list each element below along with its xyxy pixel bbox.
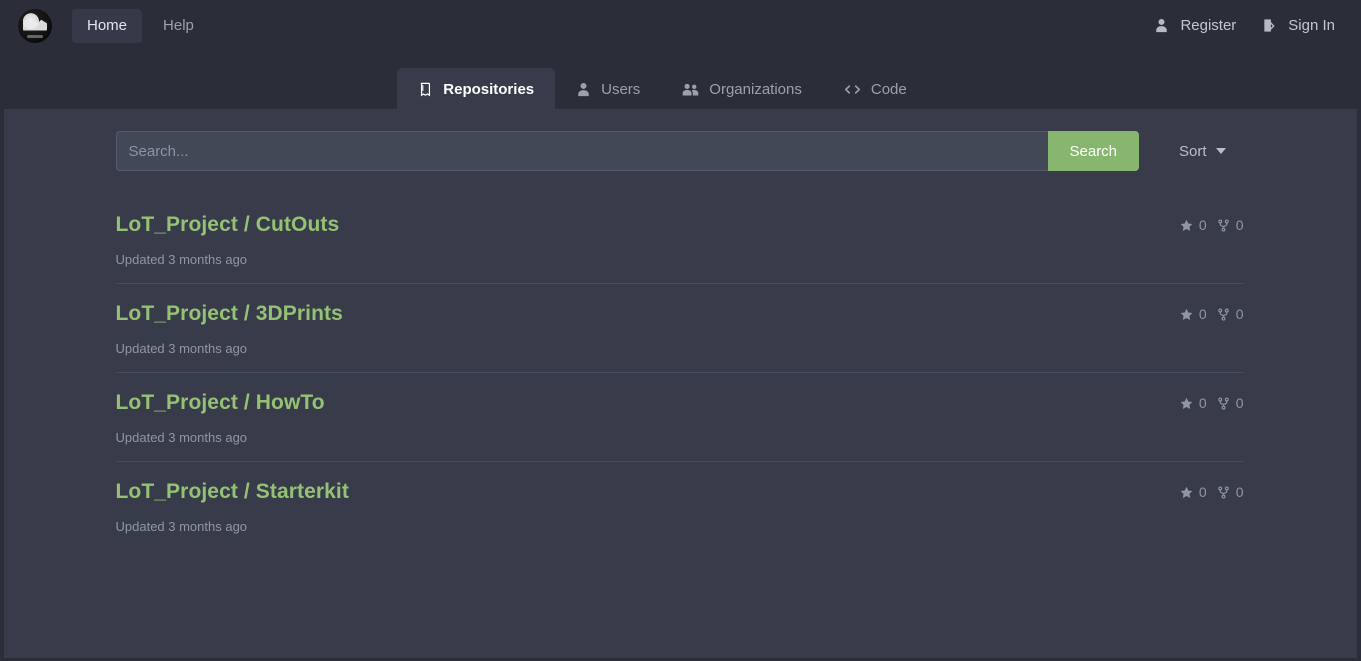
star-count: 0: [1180, 306, 1207, 322]
table-row: LoT_Project / CutOuts Updated 3 months a…: [115, 195, 1244, 284]
repository-stats: 0 0: [1180, 217, 1244, 233]
tab-organizations[interactable]: Organizations: [661, 68, 823, 110]
nav-link-help[interactable]: Help: [148, 9, 209, 43]
user-icon: [1154, 18, 1169, 33]
search-input[interactable]: [115, 131, 1048, 171]
site-logo[interactable]: [18, 8, 52, 43]
fork-count: 0: [1217, 395, 1244, 411]
fork-count-value: 0: [1235, 395, 1244, 411]
fork-count-value: 0: [1235, 306, 1244, 322]
search-button[interactable]: Search: [1047, 131, 1140, 171]
star-icon: [1180, 219, 1193, 232]
nav-link-home[interactable]: Home: [72, 8, 143, 43]
fork-icon: [1217, 485, 1230, 499]
tab-repositories[interactable]: Repositories: [397, 68, 556, 110]
repository-updated: Updated 3 months ago: [115, 252, 248, 267]
star-count: 0: [1180, 484, 1207, 500]
repository-stats: 0 0: [1180, 395, 1244, 411]
main-content: Search Sort LoT_Project / CutOuts Update…: [4, 109, 1357, 658]
fork-count: 0: [1217, 217, 1244, 233]
top-navbar: Home Help Register Sign In: [4, 0, 1357, 51]
tab-code-label: Code: [870, 80, 907, 98]
sort-label: Sort: [1179, 142, 1207, 160]
fork-icon: [1217, 218, 1230, 232]
fork-count-value: 0: [1235, 484, 1244, 500]
sign-in-icon: [1262, 18, 1277, 33]
fork-count: 0: [1217, 306, 1244, 322]
star-count-value: 0: [1198, 484, 1207, 500]
star-icon: [1180, 397, 1193, 410]
register-label: Register: [1180, 17, 1237, 34]
users-icon: [682, 82, 699, 97]
fork-icon: [1217, 307, 1230, 321]
repository-updated: Updated 3 months ago: [115, 430, 248, 445]
star-icon: [1180, 486, 1193, 499]
table-row: LoT_Project / Starterkit Updated 3 month…: [116, 462, 1244, 550]
repository-updated: Updated 3 months ago: [115, 341, 248, 356]
sign-in-button[interactable]: Sign In: [1262, 17, 1335, 34]
table-row: LoT_Project / 3DPrints Updated 3 months …: [115, 284, 1244, 373]
repository-link[interactable]: LoT_Project / 3DPrints: [116, 302, 343, 326]
navbar-right-group: Register Sign In: [1154, 17, 1335, 34]
code-icon: [844, 82, 861, 97]
repository-link[interactable]: LoT_Project / HowTo: [116, 391, 325, 415]
star-count-value: 0: [1198, 306, 1207, 322]
tab-repositories-label: Repositories: [443, 80, 535, 98]
tab-users[interactable]: Users: [555, 68, 661, 110]
sort-dropdown[interactable]: Sort: [1179, 143, 1226, 160]
register-button[interactable]: Register: [1154, 17, 1236, 34]
star-count-value: 0: [1198, 217, 1207, 233]
user-icon: [576, 82, 591, 97]
repository-stats: 0 0: [1180, 306, 1244, 322]
star-icon: [1180, 308, 1193, 321]
page-frame: Home Help Register Sign In Repositories …: [0, 0, 1361, 661]
repository-list: LoT_Project / CutOuts Updated 3 months a…: [115, 195, 1244, 550]
repository-stats: 0 0: [1180, 484, 1244, 500]
star-count: 0: [1180, 217, 1207, 233]
star-count: 0: [1180, 395, 1207, 411]
navbar-left-group: Home Help: [18, 8, 209, 43]
book-icon: [418, 82, 433, 97]
star-count-value: 0: [1198, 395, 1207, 411]
repository-updated: Updated 3 months ago: [115, 519, 248, 534]
explore-tabbar: Repositories Users Organizations Code: [4, 51, 1357, 110]
tab-code[interactable]: Code: [823, 68, 928, 110]
sign-in-label: Sign In: [1288, 17, 1335, 34]
repository-link[interactable]: LoT_Project / CutOuts: [116, 213, 340, 237]
repository-link[interactable]: LoT_Project / Starterkit: [116, 480, 349, 504]
tab-list: Repositories Users Organizations Code: [397, 67, 928, 110]
table-row: LoT_Project / HowTo Updated 3 months ago…: [115, 373, 1244, 462]
tab-users-label: Users: [601, 80, 641, 98]
tab-organizations-label: Organizations: [709, 80, 802, 98]
fork-count: 0: [1217, 484, 1244, 500]
search-row: Search Sort: [115, 131, 1246, 171]
chevron-down-icon: [1215, 148, 1226, 154]
fork-count-value: 0: [1235, 217, 1244, 233]
fork-icon: [1217, 396, 1230, 410]
content-container: Search Sort LoT_Project / CutOuts Update…: [115, 131, 1246, 550]
